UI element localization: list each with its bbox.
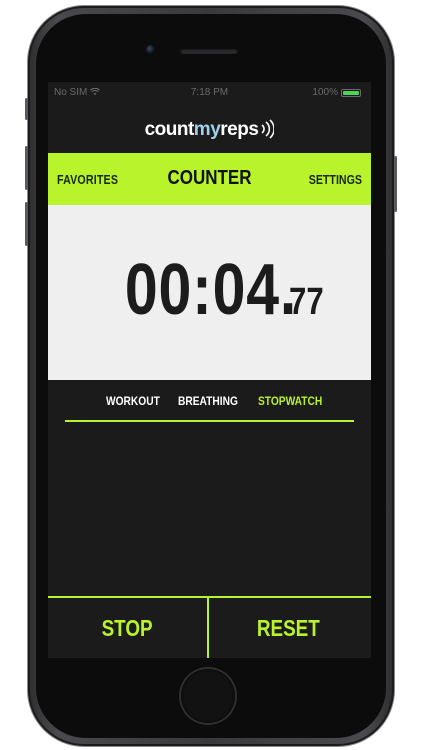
volume-down-button — [25, 202, 28, 246]
page-title: COUNTER — [167, 167, 252, 189]
stop-button-label: STOP — [101, 614, 154, 641]
settings-button[interactable]: SETTINGS — [309, 172, 362, 187]
timer-hundredths: 77 — [289, 281, 325, 323]
logo-text-reps: reps — [220, 119, 259, 140]
power-button — [394, 156, 397, 212]
earpiece-speaker — [180, 48, 238, 54]
stopwatch-display: 00:04.77 — [48, 249, 371, 331]
volume-up-button — [25, 146, 28, 190]
reset-button-label: RESET — [257, 614, 320, 641]
battery-level-fill — [343, 90, 359, 95]
battery-percent: 100% — [312, 87, 338, 98]
logo-text-my: my — [193, 119, 221, 140]
front-camera — [146, 45, 155, 54]
stop-button[interactable]: STOP — [48, 598, 207, 658]
timer-main-digits: 00:04. — [125, 250, 298, 330]
status-bar: No SIM 7:18 PM 100% — [48, 82, 371, 104]
app-logo: count my reps — [48, 108, 371, 152]
app-screen: No SIM 7:18 PM 100% count my reps FAVORI… — [48, 82, 371, 658]
mode-tabs: WORKOUT BREATHING STOPWATCH — [48, 390, 371, 412]
mute-switch — [25, 98, 28, 120]
tab-stopwatch[interactable]: STOPWATCH — [258, 394, 322, 408]
tab-workout[interactable]: WORKOUT — [106, 394, 160, 408]
battery-icon — [341, 88, 361, 97]
sound-waves-icon — [260, 118, 276, 142]
tab-underline — [65, 420, 354, 422]
timer-panel: 00:04.77 — [48, 205, 371, 380]
tab-breathing[interactable]: BREATHING — [178, 394, 238, 408]
battery-status: 100% — [312, 87, 361, 98]
home-button[interactable] — [181, 669, 235, 723]
reset-button[interactable]: RESET — [209, 598, 368, 658]
logo-text-count: count — [144, 119, 195, 140]
top-nav-bar: FAVORITES COUNTER SETTINGS — [48, 153, 371, 205]
control-bar: STOP RESET — [48, 596, 371, 658]
